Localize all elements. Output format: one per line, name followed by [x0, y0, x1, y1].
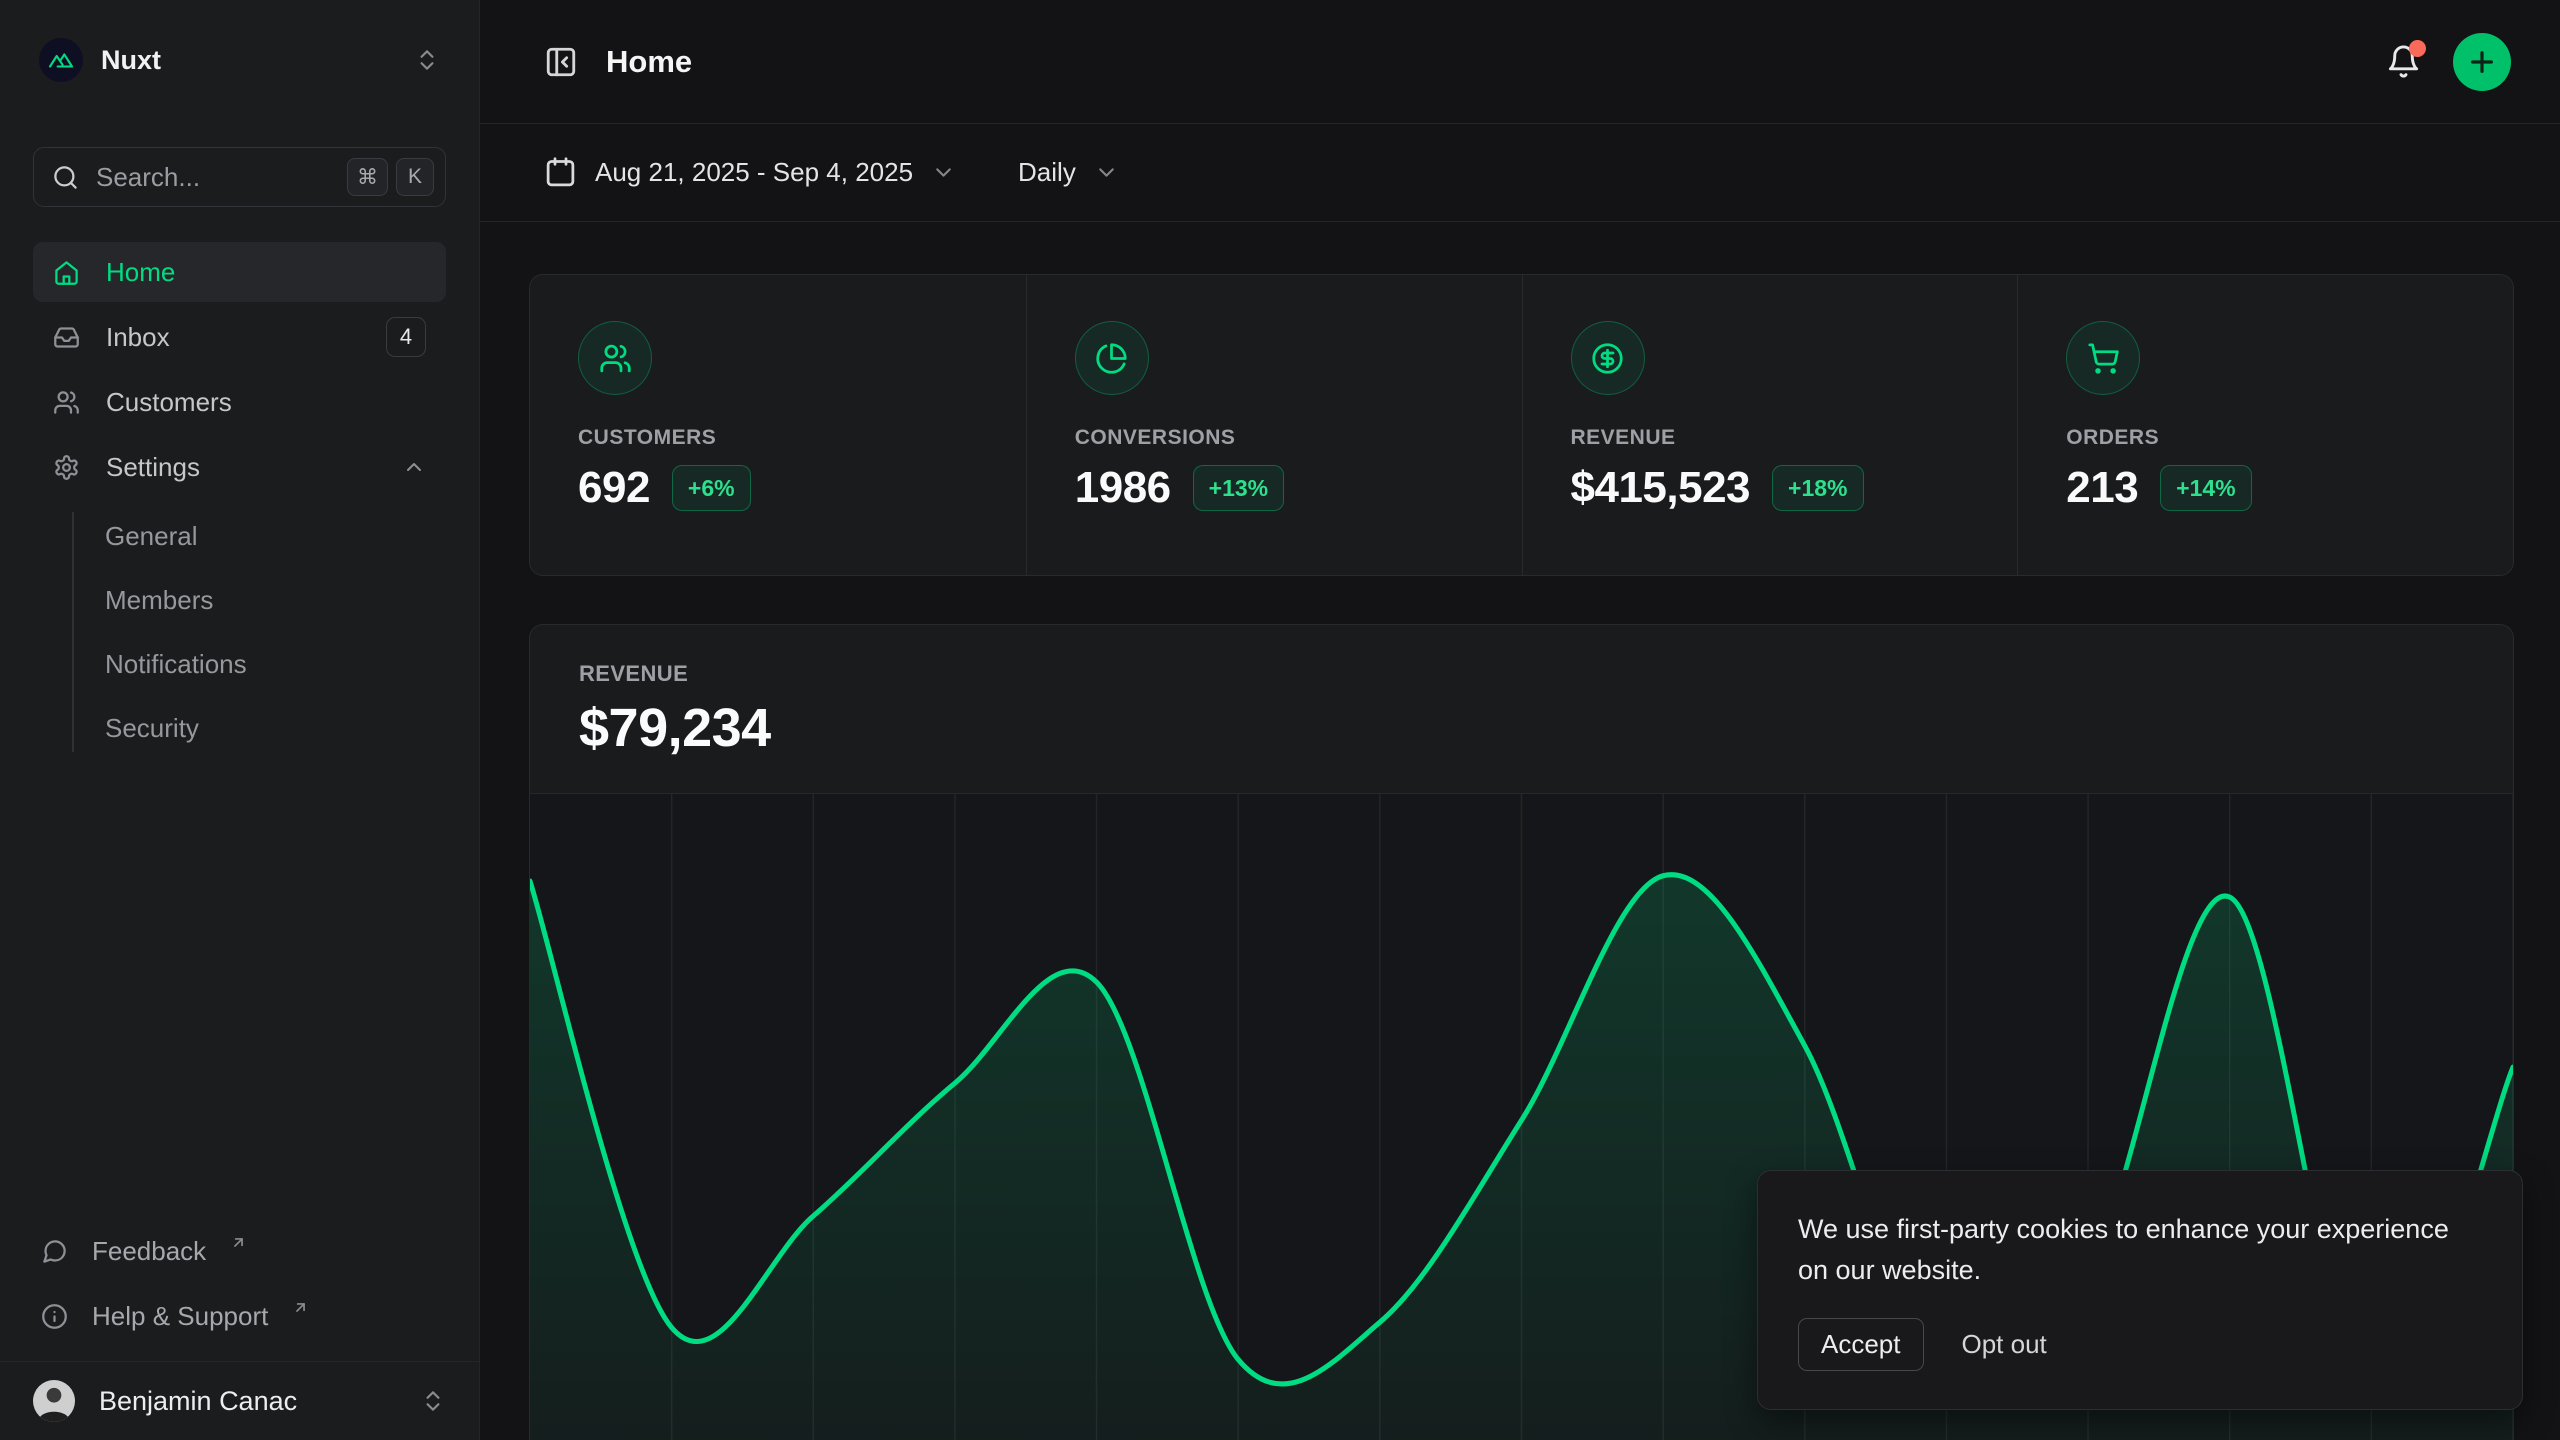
sidebar: Nuxt Search... ⌘ K Home — [0, 0, 480, 1440]
shopping-cart-icon — [2066, 321, 2140, 395]
sidebar-nav: Home Inbox 4 Customers Settings — [33, 242, 446, 760]
cookie-consent-toast: We use first-party cookies to enhance yo… — [1757, 1170, 2523, 1410]
stat-delta-badge: +14% — [2160, 465, 2251, 511]
stat-delta-badge: +13% — [1193, 465, 1284, 511]
stat-label: REVENUE — [1571, 426, 1970, 450]
inbox-count-badge: 4 — [386, 317, 426, 357]
date-range-label: Aug 21, 2025 - Sep 4, 2025 — [595, 157, 913, 188]
cookie-message: We use first-party cookies to enhance yo… — [1798, 1209, 2482, 1290]
stat-value: $415,523 — [1571, 463, 1751, 513]
kbd-cmd: ⌘ — [347, 158, 388, 196]
nuxt-logo-icon — [39, 38, 83, 82]
revenue-chart-label: REVENUE — [579, 661, 2464, 687]
subnav-label: General — [105, 521, 198, 552]
search-input[interactable]: Search... ⌘ K — [33, 147, 446, 207]
sidebar-item-general[interactable]: General — [72, 504, 446, 568]
subnav-label: Security — [105, 713, 199, 744]
search-placeholder: Search... — [96, 162, 200, 193]
external-link-icon — [292, 1299, 309, 1316]
revenue-chart-header: REVENUE $79,234 — [530, 625, 2513, 759]
cookie-actions: Accept Opt out — [1798, 1318, 2482, 1371]
footer-link-label: Help & Support — [92, 1301, 268, 1332]
notifications-button[interactable] — [2386, 44, 2421, 79]
users-icon — [578, 321, 652, 395]
revenue-chart-value: $79,234 — [579, 697, 2464, 759]
sidebar-item-label: Customers — [106, 387, 232, 418]
add-button[interactable] — [2453, 33, 2511, 91]
page-title: Home — [606, 44, 692, 80]
circle-dollar-icon — [1571, 321, 1645, 395]
stat-label: CONVERSIONS — [1075, 426, 1474, 450]
sidebar-collapse-button[interactable] — [544, 45, 578, 79]
sidebar-item-home[interactable]: Home — [33, 242, 446, 302]
subnav-label: Notifications — [105, 649, 247, 680]
user-menu[interactable]: Benjamin Canac — [0, 1361, 479, 1440]
stat-value: 692 — [578, 463, 650, 513]
sidebar-item-notifications[interactable]: Notifications — [72, 632, 446, 696]
calendar-icon — [544, 156, 577, 189]
stat-value: 213 — [2066, 463, 2138, 513]
feedback-link[interactable]: Feedback — [33, 1219, 446, 1284]
footer-link-label: Feedback — [92, 1236, 206, 1267]
chevron-down-icon — [1094, 160, 1119, 185]
info-circle-icon — [41, 1303, 68, 1330]
topbar-actions — [2386, 33, 2511, 91]
chevron-down-icon — [931, 160, 956, 185]
sidebar-item-inbox[interactable]: Inbox 4 — [33, 307, 446, 367]
stats-row: CUSTOMERS 692 +6% CONVERSIONS 1986 +13% — [529, 274, 2514, 576]
inbox-icon — [53, 324, 80, 351]
stat-orders[interactable]: ORDERS 213 +14% — [2017, 275, 2513, 575]
topbar: Home — [480, 0, 2560, 124]
user-name: Benjamin Canac — [99, 1386, 297, 1417]
panel-collapse-icon — [544, 45, 578, 79]
accept-button[interactable]: Accept — [1798, 1318, 1924, 1371]
settings-subnav: General Members Notifications Security — [72, 504, 446, 760]
stat-label: ORDERS — [2066, 426, 2465, 450]
stat-delta-badge: +6% — [672, 465, 751, 511]
plus-icon — [2466, 46, 2498, 78]
stat-value: 1986 — [1075, 463, 1171, 513]
search-kbd-group: ⌘ K — [347, 158, 434, 196]
date-range-picker[interactable]: Aug 21, 2025 - Sep 4, 2025 — [544, 156, 956, 189]
stat-conversions[interactable]: CONVERSIONS 1986 +13% — [1026, 275, 1522, 575]
gear-icon — [53, 454, 80, 481]
opt-out-button[interactable]: Opt out — [1962, 1329, 2047, 1360]
stat-delta-badge: +18% — [1772, 465, 1863, 511]
chevron-up-icon — [402, 455, 426, 479]
sidebar-item-label: Home — [106, 257, 175, 288]
chevrons-up-down-icon — [414, 47, 440, 73]
search-icon — [52, 164, 79, 191]
granularity-label: Daily — [1018, 157, 1076, 188]
notification-dot — [2409, 40, 2426, 57]
message-circle-icon — [41, 1238, 68, 1265]
stat-revenue[interactable]: REVENUE $415,523 +18% — [1522, 275, 2018, 575]
toolbar: Aug 21, 2025 - Sep 4, 2025 Daily — [480, 124, 2560, 222]
stat-customers[interactable]: CUSTOMERS 692 +6% — [530, 275, 1026, 575]
external-link-icon — [230, 1234, 247, 1251]
users-icon — [53, 389, 80, 416]
house-icon — [53, 259, 80, 286]
sidebar-item-settings[interactable]: Settings — [33, 437, 446, 497]
workspace-name: Nuxt — [101, 45, 161, 76]
granularity-select[interactable]: Daily — [1018, 157, 1119, 188]
workspace-switcher[interactable]: Nuxt — [33, 26, 446, 94]
stat-label: CUSTOMERS — [578, 426, 978, 450]
kbd-k: K — [396, 158, 434, 196]
avatar — [33, 1380, 75, 1422]
sidebar-item-label: Settings — [106, 452, 200, 483]
sidebar-item-members[interactable]: Members — [72, 568, 446, 632]
help-support-link[interactable]: Help & Support — [33, 1284, 446, 1349]
sidebar-item-label: Inbox — [106, 322, 170, 353]
sidebar-item-security[interactable]: Security — [72, 696, 446, 760]
sidebar-footer: Feedback Help & Support Benjamin Canac — [33, 1219, 446, 1440]
sidebar-item-customers[interactable]: Customers — [33, 372, 446, 432]
subnav-label: Members — [105, 585, 213, 616]
chevrons-up-down-icon — [420, 1388, 446, 1414]
pie-chart-icon — [1075, 321, 1149, 395]
